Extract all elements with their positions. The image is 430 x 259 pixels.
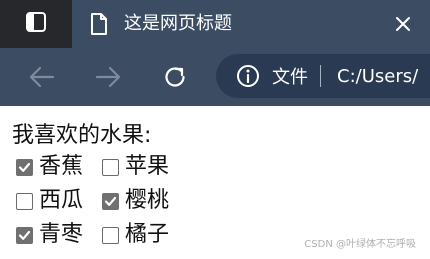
reload-icon (165, 67, 185, 87)
tab-actions-button[interactable] (0, 0, 72, 48)
checkbox[interactable] (102, 158, 119, 176)
fruit-option[interactable]: 橘子 (102, 218, 188, 252)
back-button[interactable] (28, 63, 56, 91)
reload-button[interactable] (161, 63, 189, 91)
fruit-option[interactable]: 青枣 (16, 218, 102, 252)
fruit-option[interactable]: 樱桃 (102, 184, 188, 218)
fruit-label: 西瓜 (39, 188, 84, 213)
fruit-option[interactable]: 苹果 (102, 150, 188, 184)
fruit-option[interactable]: 香蕉 (16, 150, 102, 184)
address-divider (320, 65, 321, 87)
browser-tab[interactable]: 这是网页标题 (72, 0, 430, 48)
navigation-bar: 文件 C:/Users/ (0, 48, 430, 106)
checkbox[interactable] (102, 192, 119, 210)
fruit-label: 青枣 (39, 222, 84, 247)
close-tab-button[interactable] (392, 13, 414, 35)
checkbox[interactable] (16, 158, 33, 176)
checkbox[interactable] (102, 226, 119, 244)
fruit-label: 橘子 (125, 222, 170, 247)
fruit-checkbox-group: 香蕉 苹果 西瓜 樱桃 青枣 橘子 (16, 150, 188, 252)
tab-strip: 这是网页标题 (0, 0, 430, 48)
checkbox[interactable] (16, 226, 33, 244)
page-content: 我喜欢的水果: 香蕉 苹果 西瓜 樱桃 青枣 橘子 CSDN @叶绿体不忘呼吸 (0, 106, 430, 259)
forward-button[interactable] (94, 63, 122, 91)
forward-arrow-icon (95, 66, 121, 88)
fruit-label: 香蕉 (39, 154, 84, 179)
fruit-label: 樱桃 (125, 188, 170, 213)
checkmark-icon (104, 196, 117, 206)
info-icon[interactable] (236, 64, 260, 88)
close-icon (396, 17, 410, 31)
tab-title: 这是网页标题 (124, 13, 232, 34)
checkbox[interactable] (16, 192, 33, 210)
page-heading: 我喜欢的水果: (12, 123, 152, 148)
browser-chrome: 这是网页标题 文件 C:/Users/ (0, 0, 430, 106)
fruit-option[interactable]: 西瓜 (16, 184, 102, 218)
back-arrow-icon (29, 66, 55, 88)
fruit-label: 苹果 (125, 154, 170, 179)
tab-actions-icon (25, 11, 47, 37)
url-text[interactable]: C:/Users/ (337, 66, 418, 87)
site-info-label: 文件 (272, 67, 308, 88)
checkmark-icon (18, 230, 31, 240)
page-icon (88, 13, 110, 35)
address-bar[interactable]: 文件 C:/Users/ (216, 54, 430, 98)
watermark: CSDN @叶绿体不忘呼吸 (304, 239, 416, 250)
checkmark-icon (18, 162, 31, 172)
